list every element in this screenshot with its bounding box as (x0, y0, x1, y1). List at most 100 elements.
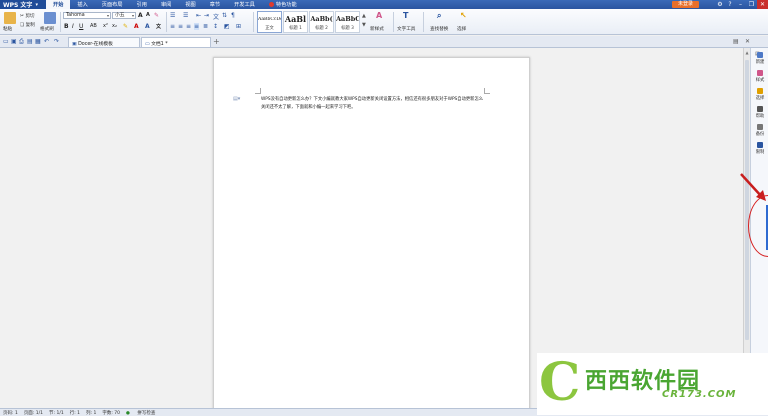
document-tab-bar: ▭ ▣ ⎙ ▤ ▦ ↶ ↷ ▣ Docer-在线模板 ▭ 文档1 * + ▤ ✕ (0, 36, 768, 48)
side-help[interactable]: 帮助 (751, 106, 768, 119)
format-painter-icon[interactable] (44, 12, 56, 24)
subscript-icon[interactable]: x₂ (112, 23, 117, 29)
char-shading-icon[interactable]: A (145, 23, 150, 30)
style-heading-3[interactable]: AaBbC 标题 3 (335, 11, 360, 33)
font-name-select[interactable]: Tahoma ▾ (63, 12, 111, 19)
menu-page-layout[interactable]: 页面布局 (95, 0, 130, 9)
side-select[interactable]: 选择 (751, 88, 768, 101)
styles-scroll-up-icon[interactable]: ▲ (362, 13, 366, 19)
paste-icon[interactable] (4, 12, 16, 24)
superscript-icon[interactable]: x² (103, 23, 108, 29)
text-tools-label[interactable]: 文字工具 (397, 26, 415, 32)
open-folder-icon[interactable]: ▭ (3, 38, 9, 45)
status-page[interactable]: 页码: 1 (3, 410, 18, 416)
document-body-text[interactable]: WPS没有自动更新怎么办？下文小编就教大家WPS自动更新关闭设置方法，相信还有很… (261, 96, 485, 111)
menu-insert[interactable]: 插入 (70, 0, 94, 9)
shading-icon[interactable]: ◩ (224, 23, 230, 30)
side-label: 新建 (755, 60, 765, 65)
restore-button[interactable]: ❐ (746, 0, 757, 9)
bullet-list-icon[interactable]: ☰ (170, 12, 175, 19)
menu-references[interactable]: 引用 (130, 0, 154, 9)
underline-icon[interactable]: U (79, 23, 83, 30)
text-tools-icon[interactable]: T (403, 11, 408, 20)
shrink-font-icon[interactable]: A (146, 12, 150, 18)
style-heading-2[interactable]: AaBb(标题 2 (309, 11, 334, 33)
binoculars-icon[interactable]: ⌕ (437, 11, 441, 21)
align-right-icon[interactable]: ≡ (186, 23, 191, 30)
status-row: 行: 1 (69, 410, 81, 416)
highlight-icon[interactable]: ✎ (123, 23, 128, 30)
clear-format-icon[interactable]: ✎ (154, 12, 159, 19)
settings-icon[interactable]: ⚙ (715, 1, 725, 8)
docer-icon: ▣ (72, 42, 77, 47)
menu-review[interactable]: 审阅 (154, 0, 178, 9)
text-effect-icon[interactable]: 文 (156, 23, 161, 30)
tab-docer-templates[interactable]: ▣ Docer-在线模板 (68, 37, 140, 47)
print-icon[interactable]: ⎙ (19, 38, 24, 46)
numbered-list-icon[interactable]: ☰ (183, 12, 188, 19)
menu-view[interactable]: 视图 (178, 0, 202, 9)
side-label: 选择 (755, 96, 765, 101)
minimize-button[interactable]: – (735, 0, 746, 9)
document-page[interactable]: ▤▾ WPS没有自动更新怎么办？下文小编就教大家WPS自动更新关闭设置方法，相信… (213, 57, 530, 416)
side-style[interactable]: 样式 (751, 70, 768, 83)
select-cursor-icon[interactable]: ↖ (460, 11, 467, 20)
align-left-icon[interactable]: ≡ (170, 23, 175, 30)
paragraph-handle-icon[interactable]: ▤▾ (233, 96, 240, 102)
find-replace-label[interactable]: 查找替换 (430, 26, 448, 32)
align-center-icon[interactable]: ≡ (178, 23, 183, 30)
select-label[interactable]: 选择 (457, 26, 466, 32)
font-color-icon[interactable]: A (134, 23, 139, 30)
save-icon[interactable]: ▣ (11, 38, 17, 45)
format-painter-label[interactable]: 格式刷 (40, 26, 54, 32)
app-menu-button[interactable]: WPS 文字 ▾ (0, 0, 46, 9)
close-button[interactable]: ✕ (757, 0, 768, 9)
help-icon[interactable]: ? (725, 1, 735, 8)
paste-label[interactable]: 粘贴 (3, 26, 12, 32)
print-preview-icon[interactable]: ▦ (35, 38, 41, 45)
style-normal[interactable]: AaBbCcDd 正文 (257, 11, 282, 33)
indent-icon[interactable]: ⇥ (204, 12, 209, 19)
font-size-select[interactable]: 小五 ▾ (112, 12, 136, 19)
tab-document-1[interactable]: ▭ 文档1 * (141, 37, 211, 47)
help-icon (757, 106, 763, 112)
copy-button[interactable]: ❏ 复制 (20, 22, 35, 28)
style-heading-1[interactable]: AaBl 标题 1 (283, 11, 308, 33)
side-restrict[interactable]: 限制 (751, 142, 768, 155)
cut-button[interactable]: ✂ 剪切 (20, 13, 35, 19)
close-document-icon[interactable]: ✕ (745, 38, 750, 45)
status-pages[interactable]: 页面: 1/1 (24, 410, 43, 416)
tab-list-icon[interactable]: ▤ (733, 38, 739, 45)
status-words[interactable]: 字数: 70 (102, 410, 120, 416)
border-icon[interactable]: ⊞ (236, 23, 241, 30)
side-new[interactable]: 新建 (751, 52, 768, 65)
undo-icon[interactable]: ↶ (44, 38, 49, 45)
bold-icon[interactable]: B (64, 23, 69, 30)
show-marks-icon[interactable]: ¶ (231, 12, 235, 19)
distribute-icon[interactable]: ≣ (203, 23, 208, 30)
grow-font-icon[interactable]: A (138, 12, 143, 19)
menu-home[interactable]: 开始 (46, 0, 71, 9)
preview-icon[interactable]: ▤ (27, 38, 33, 45)
menu-special[interactable]: 特色功能 (262, 0, 304, 9)
menu-sections[interactable]: 章节 (203, 0, 227, 9)
side-backup[interactable]: 备份 (751, 124, 768, 137)
watermark-subtitle: CR173.COM (662, 389, 737, 400)
justify-icon[interactable]: ≡ (194, 23, 200, 30)
spell-check[interactable]: ● 拼写检查 (126, 410, 161, 416)
login-button[interactable]: 未登录 (671, 1, 699, 8)
outdent-icon[interactable]: ⇤ (196, 12, 201, 19)
font-name-value: Tahoma (66, 13, 85, 18)
ribbon-toolbar: 粘贴 ✂ 剪切 ❏ 复制 格式刷 Tahoma ▾ 小五 ▾ A A ✎ B I U… (0, 9, 768, 35)
redo-icon[interactable]: ↷ (54, 38, 59, 45)
new-style-icon[interactable]: A (376, 11, 382, 20)
new-style-label[interactable]: 新样式 (370, 26, 384, 32)
menu-developer[interactable]: 开发工具 (227, 0, 262, 9)
styles-scroll-down-icon[interactable]: ▼ (362, 22, 366, 28)
strikethrough-icon[interactable]: AB (90, 23, 97, 29)
sort-icon[interactable]: ⇅ (222, 12, 227, 19)
new-tab-button[interactable]: + (213, 37, 220, 46)
line-spacing-icon[interactable]: ↕ (213, 23, 218, 30)
italic-icon[interactable]: I (72, 23, 74, 30)
chinese-layout-icon[interactable]: 文 (213, 12, 219, 21)
